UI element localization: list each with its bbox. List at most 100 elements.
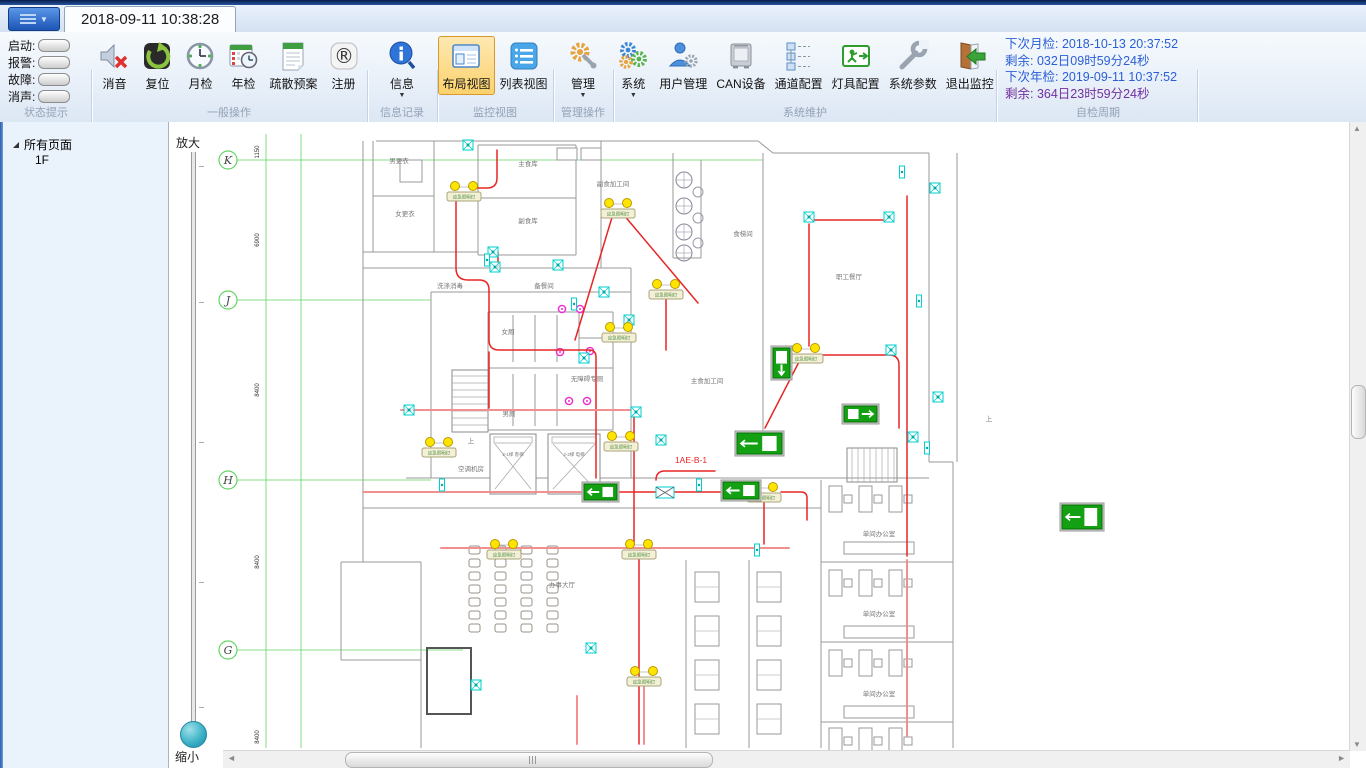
office-chair (844, 579, 852, 587)
emergency-lamp-head[interactable] (631, 667, 640, 676)
emergency-lamp-head[interactable] (671, 280, 680, 289)
exit-monitor-button[interactable]: 退出监控 (942, 36, 998, 95)
fault-indicator (38, 73, 70, 86)
device-dot (628, 319, 631, 322)
office-desk (859, 728, 872, 751)
emergency-lamp-head[interactable] (653, 280, 662, 289)
emergency-lamp-head[interactable] (811, 344, 820, 353)
room-label: 职工餐厅 (836, 272, 863, 281)
waiting-chair (547, 624, 558, 632)
horizontal-scrollbar[interactable]: ◄ ► (223, 750, 1350, 768)
toilet-fixture-dot (579, 308, 581, 310)
manage-gear-icon (566, 39, 600, 73)
waiting-chair (469, 624, 480, 632)
lamp-label: 应急照明灯 (610, 444, 633, 451)
dimension-label: 8400 (255, 383, 261, 397)
reset-button[interactable]: 复位 (136, 36, 178, 95)
vertical-scroll-thumb[interactable] (1351, 385, 1366, 439)
device-dot (583, 357, 586, 360)
app-window: ▼ 2018-09-11 10:38:28 启动: 报警: 故障: 消声: 状态… (0, 0, 1366, 768)
emergency-lamp-head[interactable] (469, 182, 478, 191)
emergency-lamp-head[interactable] (451, 182, 460, 191)
grid-letter: K (223, 154, 233, 167)
info-icon (385, 39, 419, 73)
system-button[interactable]: 系统 ▼ (612, 36, 654, 102)
tree-expand-icon[interactable] (13, 142, 19, 148)
room-label: 2-2梯 电梯 (563, 451, 585, 458)
exit-man-box (1084, 508, 1097, 526)
wiring-path (575, 214, 613, 340)
registered-icon: ® (327, 39, 361, 73)
room-label: 副食库 (518, 216, 538, 225)
wiring-path (656, 471, 715, 480)
emergency-lamp-head[interactable] (644, 540, 653, 549)
manage-button[interactable]: 管理 ▼ (562, 36, 604, 102)
device-dot (441, 484, 443, 486)
can-device-button[interactable]: CAN设备 (712, 36, 769, 95)
vertical-scrollbar[interactable]: ▲ ▼ (1349, 122, 1366, 751)
group-label: 一般操作 (93, 104, 365, 120)
dimension-label: 1150 (255, 145, 261, 159)
emergency-lamp-head[interactable] (426, 438, 435, 447)
room-label: 男更衣 (389, 156, 409, 165)
emergency-lamp-head[interactable] (608, 432, 617, 441)
clock-tab[interactable]: 2018-09-11 10:38:28 (64, 6, 236, 32)
emergency-lamp-head[interactable] (623, 199, 632, 208)
horizontal-scroll-thumb[interactable] (345, 752, 713, 768)
layout-view-button[interactable]: 布局视图 (438, 36, 494, 95)
office-chair (874, 659, 882, 667)
channel-config-button[interactable]: 通道配置 (771, 36, 827, 95)
emergency-lamp-head[interactable] (793, 344, 802, 353)
scroll-up-icon[interactable]: ▲ (1353, 124, 1361, 133)
waiting-chair (469, 572, 480, 580)
info-button[interactable]: 信息 ▼ (381, 36, 423, 102)
scroll-right-icon[interactable]: ► (1337, 753, 1346, 763)
emergency-lamp-head[interactable] (605, 199, 614, 208)
group-label: 管理操作 (555, 104, 611, 120)
emergency-lamp-head[interactable] (491, 540, 500, 549)
emergency-lamp-head[interactable] (649, 667, 658, 676)
titlebar: ▼ 2018-09-11 10:38:28 (0, 5, 1366, 33)
emergency-lamp-head[interactable] (624, 323, 633, 332)
scroll-left-icon[interactable]: ◄ (227, 753, 236, 763)
scroll-down-icon[interactable]: ▼ (1353, 740, 1361, 749)
tree-node-1f[interactable]: 1F (3, 153, 168, 167)
device-icon (724, 39, 758, 73)
monthly-check-button[interactable]: 月检 (179, 36, 221, 95)
emergency-lamp-head[interactable] (509, 540, 518, 549)
floor-plan-drawing[interactable]: KJHG11506900840084008400应急照明灯应急照明灯应急照明灯应… (169, 122, 1351, 751)
lamp-config-button[interactable]: 灯具配置 (828, 36, 884, 95)
main-menu-button[interactable]: ▼ (8, 7, 60, 31)
office-desk (859, 650, 872, 676)
yearly-check-button[interactable]: 年检 (222, 36, 264, 95)
wiring-path (456, 198, 561, 350)
emergency-lamp-head[interactable] (606, 323, 615, 332)
user-management-button[interactable]: 用户管理 (655, 36, 711, 95)
tree-node-all-pages[interactable]: 所有页面 (3, 122, 168, 153)
mute-button[interactable]: 消音 (93, 36, 135, 95)
status-mute-label: 消声: (8, 88, 35, 105)
floor-plan-canvas[interactable]: 放大 缩小 KJHG11506900840084008400应急照明灯应急照明灯… (169, 122, 1366, 768)
chevron-down-icon: ▼ (580, 92, 587, 99)
register-button[interactable]: ® 注册 (323, 36, 365, 95)
emergency-lamp-head[interactable] (769, 483, 778, 492)
lamp-label: 应急照明灯 (795, 356, 818, 363)
group-info: 信息 ▼ 信息记录 (369, 32, 435, 122)
emergency-lamp-head[interactable] (626, 540, 635, 549)
emergency-lamp-head[interactable] (626, 432, 635, 441)
emergency-lamp-head[interactable] (444, 438, 453, 447)
list-view-button[interactable]: 列表视图 (496, 36, 552, 95)
office-desk (829, 728, 842, 751)
system-params-button[interactable]: 系统参数 (885, 36, 941, 95)
device-dot (756, 549, 758, 551)
room-label: 单间办公室 (863, 689, 896, 698)
device-dot (901, 171, 903, 173)
toilet-fixture-dot (568, 400, 570, 402)
evacuation-plan-button[interactable]: 疏散预案 (265, 36, 321, 95)
room-label: 食梯间 (733, 229, 753, 238)
room-label: 洗涤消毒 (437, 281, 464, 290)
wiring-path (781, 492, 807, 520)
toilet-fixture-dot (561, 308, 563, 310)
mute-indicator (38, 90, 70, 103)
device-dot (698, 484, 700, 486)
